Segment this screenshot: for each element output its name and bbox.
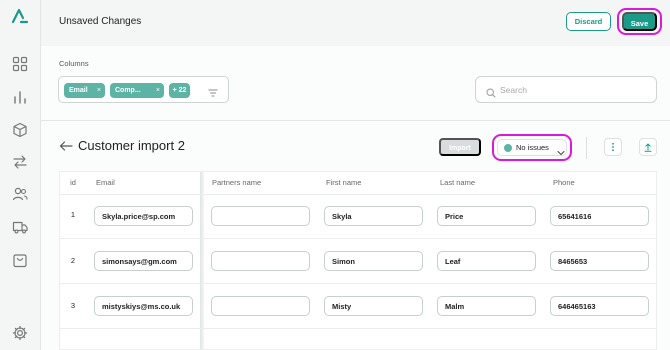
transfer-icon[interactable] (12, 154, 28, 170)
remove-chip-icon[interactable]: × (156, 83, 160, 98)
unsaved-changes-title: Unsaved Changes (59, 16, 142, 27)
column-chip-company[interactable]: Comp... × (110, 83, 164, 98)
column-header-id: id (70, 178, 76, 187)
controls-bar: Columns Email × Comp... × + 22 (41, 46, 670, 121)
discard-button[interactable]: Discard (566, 12, 611, 31)
remove-chip-icon[interactable]: × (97, 83, 101, 98)
row-id: 1 (70, 210, 76, 219)
export-button[interactable] (639, 138, 657, 156)
gear-icon[interactable] (12, 325, 28, 341)
phone-cell[interactable] (550, 206, 649, 226)
truck-icon[interactable] (12, 219, 28, 235)
last-name-cell[interactable] (437, 206, 536, 226)
filter-icon[interactable] (208, 85, 218, 97)
header-divider (60, 194, 656, 195)
row-divider (60, 328, 656, 329)
column-header-partners-name: Partners name (212, 178, 262, 187)
first-name-cell[interactable] (324, 296, 423, 316)
column-header-last-name: Last name (440, 178, 476, 187)
chevron-down-icon (557, 144, 565, 155)
status-dot-icon (504, 144, 512, 152)
back-arrow-icon[interactable] (59, 139, 73, 151)
box-icon[interactable] (12, 122, 28, 138)
row-divider (60, 238, 656, 239)
search-input[interactable] (500, 82, 650, 98)
more-columns-chip[interactable]: + 22 (169, 83, 190, 98)
search-box[interactable] (475, 76, 657, 103)
logo-icon[interactable] (11, 7, 29, 25)
first-name-cell[interactable] (324, 251, 423, 271)
sidebar (0, 0, 41, 350)
column-chip-label: Comp... (115, 87, 141, 94)
import-content: Customer import 2 Import No issues id Em… (41, 121, 670, 350)
column-header-email: Email (96, 178, 115, 187)
partners-name-cell[interactable] (211, 206, 310, 226)
column-chip-email[interactable]: Email × (64, 83, 105, 98)
partners-name-cell[interactable] (211, 251, 310, 271)
pinned-column-divider (200, 172, 204, 349)
more-options-button[interactable] (604, 138, 622, 156)
row-id: 3 (70, 301, 76, 310)
phone-cell[interactable] (550, 296, 649, 316)
row-id: 2 (70, 256, 76, 265)
column-header-phone: Phone (553, 178, 575, 187)
upload-icon (644, 143, 652, 152)
customer-table: id Email Partners name First name Last n… (59, 171, 657, 350)
columns-label: Columns (59, 59, 89, 68)
last-name-cell[interactable] (437, 296, 536, 316)
import-button[interactable]: Import (439, 138, 481, 156)
issues-status-label: No issues (516, 143, 549, 152)
bar-chart-icon[interactable] (12, 89, 28, 105)
row-divider (60, 283, 656, 284)
first-name-cell[interactable] (324, 206, 423, 226)
partners-name-cell[interactable] (211, 296, 310, 316)
users-icon[interactable] (12, 186, 28, 202)
email-cell[interactable] (94, 251, 193, 271)
phone-cell[interactable] (550, 251, 649, 271)
toolbar-divider (586, 137, 587, 159)
kebab-menu-icon (612, 142, 614, 152)
email-cell[interactable] (94, 206, 193, 226)
dashboard-icon[interactable] (12, 56, 28, 72)
last-name-cell[interactable] (437, 251, 536, 271)
shopping-bag-icon[interactable] (12, 252, 28, 268)
column-header-first-name: First name (326, 178, 362, 187)
search-icon (486, 85, 496, 98)
save-button[interactable]: Save (622, 12, 657, 31)
column-chip-label: Email (69, 87, 88, 94)
issues-status-dropdown[interactable]: No issues (497, 139, 567, 156)
top-bar: Unsaved Changes Discard Save (41, 0, 670, 46)
page-title: Customer import 2 (78, 138, 185, 153)
columns-selector[interactable]: Email × Comp... × + 22 (58, 76, 229, 103)
email-cell[interactable] (94, 296, 193, 316)
